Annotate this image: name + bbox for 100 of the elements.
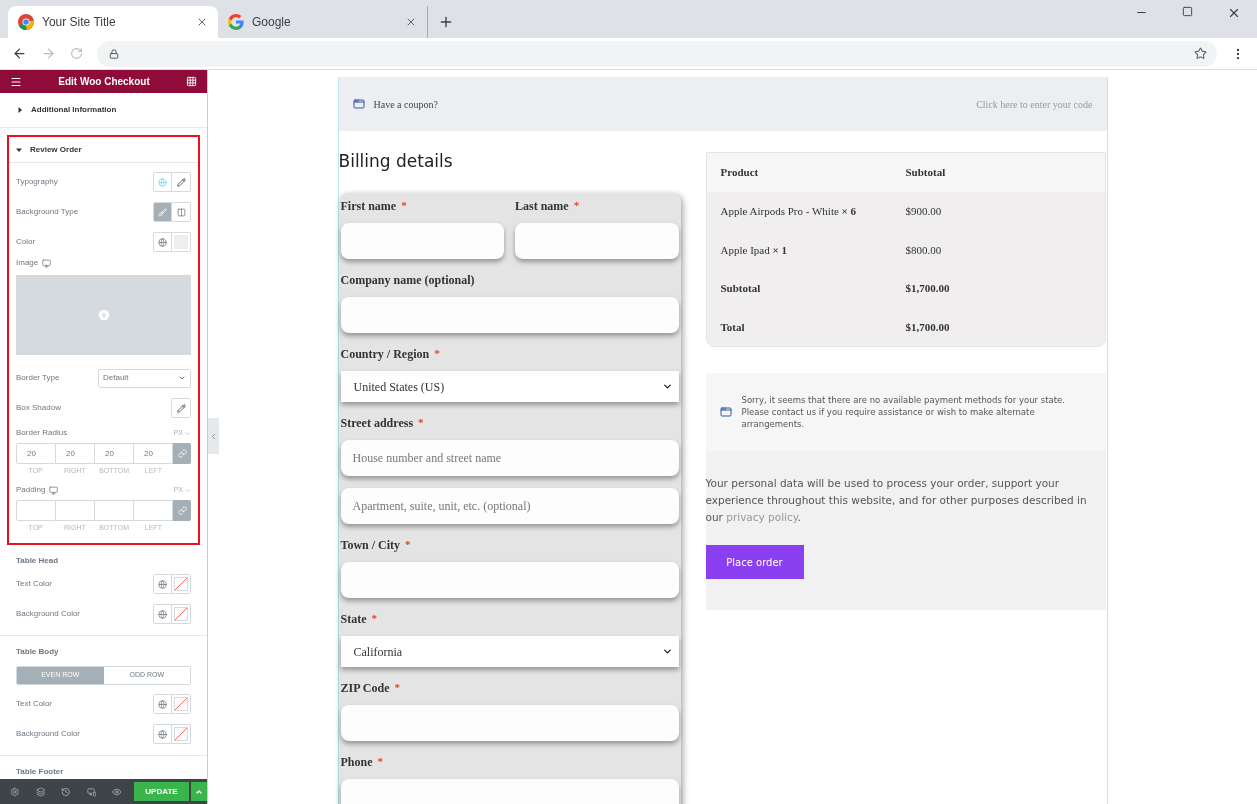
brush-icon — [158, 207, 167, 217]
place-order-button[interactable]: Place order — [705, 545, 804, 579]
input-field[interactable]: Apartment, suite, unit, etc. (optional) — [340, 488, 679, 524]
control-label: Padding — [16, 484, 59, 496]
section-heading: Table Body — [16, 646, 60, 658]
color-swatch[interactable] — [172, 575, 190, 593]
control-label: Border Radius — [16, 427, 68, 439]
privacy-link[interactable]: privacy policy — [726, 511, 798, 523]
table-cell: Subtotal — [720, 282, 761, 294]
table-cell: $800.00 — [905, 243, 942, 256]
caret-icon — [16, 146, 22, 153]
globe-icon[interactable] — [154, 575, 172, 593]
input-field[interactable]: House number and street name — [340, 440, 679, 476]
g-logo-icon — [228, 14, 244, 30]
input-field[interactable] — [340, 562, 679, 598]
new-tab-icon[interactable] — [438, 14, 454, 30]
responsive-icon[interactable] — [86, 786, 97, 797]
link-icon — [177, 506, 187, 515]
globe-icon[interactable] — [154, 173, 172, 191]
input-field[interactable] — [340, 705, 679, 741]
table-cell: Apple Airpods Pro - White × 6 — [720, 205, 857, 217]
coupon-text: Have a coupon? — [373, 97, 439, 112]
globe-icon[interactable] — [154, 233, 172, 251]
layers-icon[interactable] — [35, 786, 46, 797]
history-icon[interactable] — [61, 786, 71, 797]
field-label: First name * — [340, 198, 408, 215]
maximize-icon[interactable] — [1182, 6, 1193, 17]
column-header: Subtotal — [905, 165, 947, 181]
dimension-input[interactable]: 20 — [16, 443, 56, 464]
link-button[interactable] — [173, 443, 191, 464]
browser-tab[interactable]: Your Site Title — [8, 6, 218, 38]
pencil-icon — [176, 177, 186, 187]
color-swatch[interactable] — [172, 695, 190, 713]
color-swatch[interactable] — [172, 725, 190, 743]
close-icon[interactable] — [405, 16, 417, 28]
tab-title: Google — [252, 14, 292, 31]
section-header[interactable]: Review Order — [9, 137, 198, 163]
edit-button[interactable] — [172, 399, 190, 417]
chevron-down-icon — [661, 646, 673, 657]
globe-icon[interactable] — [154, 725, 172, 743]
brush-button[interactable] — [154, 203, 172, 221]
link-button[interactable] — [173, 500, 191, 521]
close-icon[interactable] — [1227, 6, 1241, 20]
color-swatch[interactable] — [172, 233, 190, 251]
table-cell: Total — [720, 320, 745, 333]
preview-icon[interactable] — [112, 786, 122, 797]
dimension-input[interactable] — [56, 500, 95, 521]
forward-icon[interactable] — [41, 46, 56, 61]
reload-icon[interactable] — [70, 47, 83, 60]
control-label: Box Shadow — [16, 402, 61, 414]
border-type-select[interactable]: Default — [98, 368, 191, 388]
menu-icon[interactable] — [10, 75, 22, 88]
payment-notice: Sorry, it seems that there are no available payment methods for your state. Please contact us if you require assistance or wish to make alternate arrangements. — [741, 394, 1066, 430]
control-label: Background Color — [16, 728, 81, 740]
collapse-handle[interactable] — [208, 418, 219, 454]
table-cell: $1,700.00 — [905, 282, 950, 294]
caret-icon — [184, 486, 191, 494]
settings-icon[interactable] — [10, 786, 20, 797]
back-icon[interactable] — [12, 46, 27, 61]
globe-icon[interactable] — [154, 695, 172, 713]
input-field[interactable] — [340, 223, 504, 259]
globe-icon[interactable] — [154, 605, 172, 623]
table-cell: Apple Ipad × 1 — [720, 243, 787, 256]
close-icon[interactable] — [196, 16, 208, 28]
control-label: Border Type — [16, 372, 60, 384]
table-cell: $1,700.00 — [905, 320, 950, 333]
field-label: Street address * — [340, 415, 425, 432]
color-swatch[interactable] — [172, 605, 190, 623]
section-heading: Table Head — [16, 555, 60, 567]
dimension-input[interactable]: 20 — [95, 443, 134, 464]
field-label: Last name * — [515, 198, 581, 215]
bookmark-star-icon[interactable] — [1194, 47, 1207, 60]
control-label: Color — [16, 236, 36, 248]
add-icon — [96, 308, 111, 322]
pencil-icon — [176, 403, 186, 413]
dimension-input[interactable] — [95, 500, 134, 521]
select-field[interactable]: California — [340, 636, 679, 667]
dimension-input[interactable] — [16, 500, 56, 521]
editor-title: Edit Woo Checkout — [58, 75, 150, 89]
dimension-input[interactable]: 20 — [134, 443, 173, 464]
select-field[interactable]: United States (US) — [340, 371, 679, 402]
chevron-down-icon — [661, 381, 673, 392]
input-field[interactable] — [515, 223, 679, 259]
dimension-input[interactable]: 20 — [56, 443, 95, 464]
field-label: State * — [340, 611, 378, 628]
link-icon — [177, 449, 187, 458]
control-label: Image — [16, 257, 52, 269]
field-label: Town / City * — [340, 537, 412, 554]
coupon-link[interactable]: Click here to enter your code — [976, 96, 1093, 112]
field-label: Phone * — [340, 754, 384, 771]
caret-icon — [178, 374, 186, 382]
dimension-input[interactable] — [134, 500, 173, 521]
section-header[interactable]: Additional Information — [0, 93, 207, 127]
control-label: Typography — [16, 176, 58, 188]
update-options-button[interactable] — [190, 782, 207, 801]
address-field[interactable] — [97, 40, 1217, 67]
grid-icon[interactable] — [186, 76, 197, 87]
control-label: Text Color — [16, 698, 52, 710]
update-button[interactable]: UPDATE — [133, 782, 189, 801]
input-field[interactable] — [340, 297, 679, 333]
